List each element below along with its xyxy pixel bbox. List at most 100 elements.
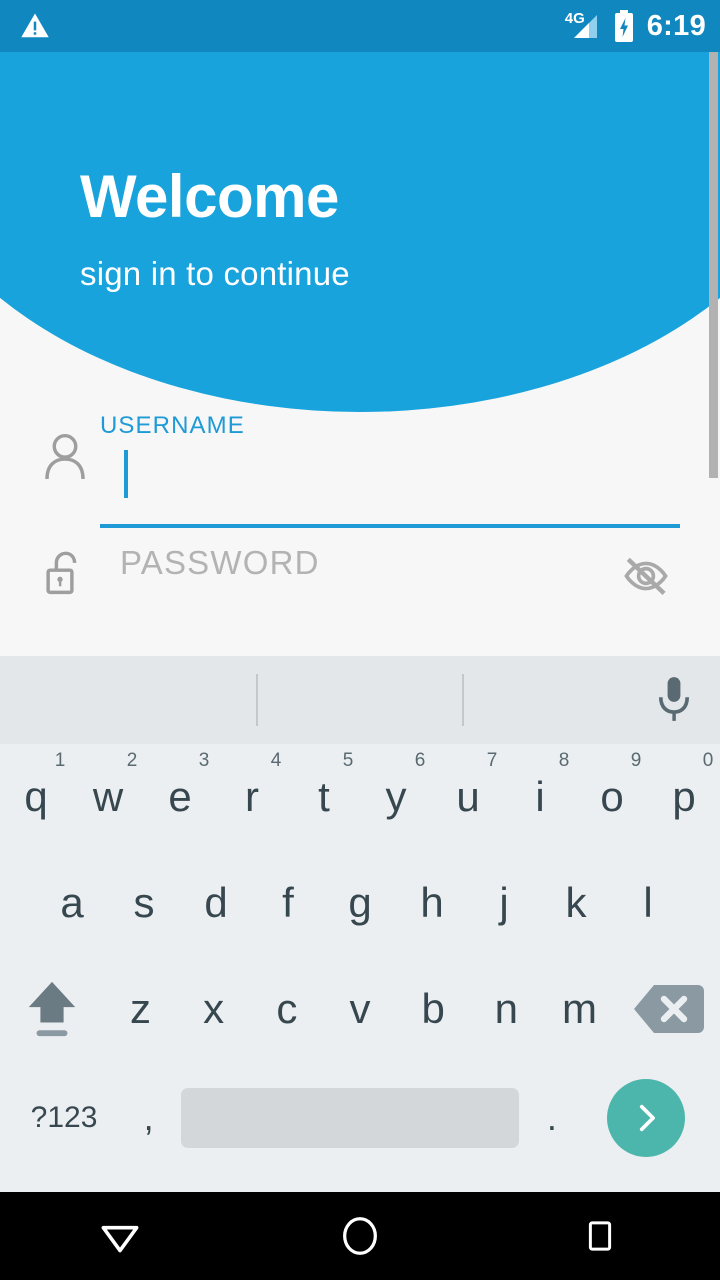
page-subtitle: sign in to continue [80,255,350,292]
key-period-label: . [546,1097,557,1138]
key-f[interactable]: f [252,850,324,956]
header-text-block: Welcome sign in to continue [80,167,350,293]
key-w[interactable]: 2 w [72,744,144,850]
key-q-label: q [24,773,48,820]
key-q[interactable]: 1 q [0,744,72,850]
login-form: USERNAME PASSWORD [0,412,720,648]
text-caret [124,450,128,498]
key-u[interactable]: 7 u [432,744,504,850]
key-period[interactable]: . [519,1065,584,1171]
key-u-number: 7 [486,750,498,771]
key-space[interactable] [181,1088,520,1148]
key-v[interactable]: v [323,956,396,1062]
username-field-row[interactable]: USERNAME [0,412,720,530]
vertical-scrollbar[interactable] [708,52,720,656]
key-z[interactable]: z [104,956,177,1062]
key-j-label: j [499,879,509,926]
status-bar: 4G 6:19 [0,0,720,52]
key-y[interactable]: 6 y [360,744,432,850]
key-r-label: r [245,773,259,820]
key-r-number: 4 [270,750,282,771]
key-c-label: c [276,985,298,1032]
nav-recents-button[interactable] [480,1192,720,1280]
key-k[interactable]: k [540,850,612,956]
microphone-icon[interactable] [652,674,696,726]
key-h-label: h [420,879,444,926]
key-c[interactable]: c [250,956,323,1062]
key-i[interactable]: 8 i [504,744,576,850]
unlocked-padlock-icon [46,551,77,595]
key-g-label: g [348,879,372,926]
key-symbols[interactable]: ?123 [12,1065,116,1171]
key-t-number: 5 [342,750,354,771]
key-g[interactable]: g [324,850,396,956]
key-p[interactable]: 0 p [648,744,720,850]
shift-arrow-icon [28,981,76,1037]
key-t[interactable]: 5 t [288,744,360,850]
key-o-label: o [600,773,624,820]
android-navigation-bar [0,1192,720,1280]
key-l[interactable]: l [612,850,684,956]
key-h[interactable]: h [396,850,468,956]
key-s-label: s [133,879,155,926]
chevron-right-icon [640,1104,656,1132]
enter-button-circle[interactable] [607,1079,686,1157]
suggestion-bar [0,656,720,744]
collapse-keyboard-down-arrow-icon [101,1225,139,1253]
username-field-body: USERNAME [100,412,678,500]
key-l-label: l [643,879,653,926]
key-d[interactable]: d [180,850,252,956]
nav-home-button[interactable] [240,1192,480,1280]
key-n[interactable]: n [470,956,543,1062]
suggestion-divider [256,674,258,726]
key-m[interactable]: m [543,956,616,1062]
password-input[interactable]: PASSWORD [100,530,678,590]
key-enter[interactable] [584,1065,708,1171]
key-e-number: 3 [198,750,210,771]
key-e-label: e [168,773,192,820]
key-shift[interactable] [0,956,104,1062]
key-e[interactable]: 3 e [144,744,216,850]
password-placeholder: PASSWORD [120,544,320,581]
key-n-label: n [494,985,519,1032]
eye-off-icon[interactable] [622,554,670,598]
key-comma-label: , [143,1097,154,1138]
recents-square-icon [588,1221,612,1251]
key-b[interactable]: b [397,956,470,1062]
nav-back-button[interactable] [0,1192,240,1280]
keyboard-row-3: z x c v b n m [0,956,720,1062]
scrollbar-thumb[interactable] [709,52,718,478]
key-i-label: i [535,773,545,820]
keyboard-row-2: a s d f g h j k l [0,850,720,956]
key-y-label: y [385,773,407,820]
key-backspace[interactable] [616,956,720,1062]
key-m-label: m [562,985,598,1032]
signal-bars-icon: 4G [564,10,601,41]
status-bar-left [18,11,52,41]
key-w-number: 2 [126,750,138,771]
network-type-label: 4G [564,10,585,27]
key-k-label: k [565,879,587,926]
username-input[interactable] [100,440,678,500]
key-t-label: t [318,773,330,820]
warning-triangle-icon [21,13,49,38]
username-label: USERNAME [100,412,245,439]
key-v-label: v [349,985,371,1032]
backspace-icon [634,985,705,1033]
status-bar-right: 4G 6:19 [564,10,706,43]
key-r[interactable]: 4 r [216,744,288,850]
key-comma[interactable]: , [116,1065,181,1171]
key-w-label: w [92,773,124,820]
key-f-label: f [282,879,294,926]
key-p-number: 0 [702,750,714,771]
key-o[interactable]: 9 o [576,744,648,850]
key-j[interactable]: j [468,850,540,956]
key-s[interactable]: s [108,850,180,956]
key-i-number: 8 [558,750,570,771]
key-x[interactable]: x [177,956,250,1062]
key-a-label: a [60,879,84,926]
key-symbols-label: ?123 [30,1101,98,1134]
suggestion-divider [462,674,464,726]
key-a[interactable]: a [36,850,108,956]
password-field-row[interactable]: PASSWORD [0,530,720,648]
